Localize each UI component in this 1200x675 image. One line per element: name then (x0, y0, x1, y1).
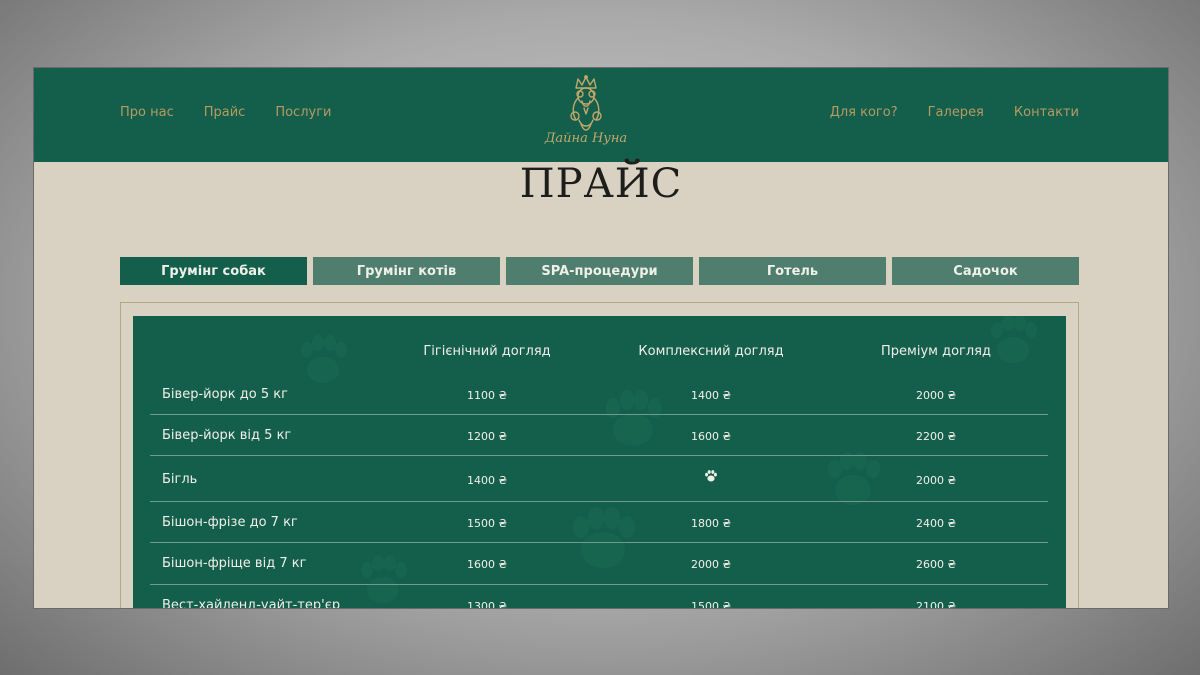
price-complex: 1400 ₴ (690, 389, 732, 402)
nav-link-price[interactable]: Прайс (204, 105, 246, 120)
price-hygienic: 1500 ₴ (466, 517, 508, 530)
nav-link-for-whom[interactable]: Для кого? (830, 105, 898, 120)
price-tabs: Грумінг собак Грумінг котів SPA-процедур… (120, 257, 1079, 285)
tab-hotel[interactable]: Готель (699, 257, 886, 285)
breed-name: Бішон-фрізе до 7 кг (162, 515, 298, 530)
page-title: ПРАЙС (519, 161, 683, 207)
tab-daycare[interactable]: Садочок (892, 257, 1079, 285)
price-premium: 2000 ₴ (915, 389, 957, 402)
price-premium: 2100 ₴ (915, 600, 957, 609)
price-complex: 1800 ₴ (690, 517, 732, 530)
price-complex: 1500 ₴ (690, 600, 732, 609)
tab-spa[interactable]: SPA-процедури (506, 257, 693, 285)
price-premium: 2200 ₴ (915, 430, 957, 443)
price-hygienic: 1200 ₴ (466, 430, 508, 443)
price-complex: 2000 ₴ (690, 558, 732, 571)
price-hygienic: 1600 ₴ (466, 558, 508, 571)
table-row: Бівер-йорк до 5 кг 1100 ₴ 1400 ₴ 2000 ₴ (150, 378, 1048, 415)
price-premium: 2400 ₴ (915, 517, 957, 530)
breed-name: Бівер-йорк від 5 кг (162, 428, 292, 443)
table-row: Бігль 1400 ₴ 2000 ₴ (150, 456, 1048, 502)
nav-link-gallery[interactable]: Галерея (928, 105, 984, 120)
price-complex: 1600 ₴ (690, 430, 732, 443)
breed-name: Бішон-фріще від 7 кг (162, 556, 307, 571)
nav-left: Про нас Прайс Послуги (120, 105, 332, 120)
nav-link-services[interactable]: Послуги (275, 105, 331, 120)
table-row: Бівер-йорк від 5 кг 1200 ₴ 1600 ₴ 2200 ₴ (150, 415, 1048, 456)
table-row: Вест-хайленд-уайт-тер'єр 1300 ₴ 1500 ₴ 2… (150, 585, 1048, 609)
paw-icon (704, 468, 718, 487)
price-premium: 2600 ₴ (915, 558, 957, 571)
website-frame: Про нас Прайс Послуги Дайна Нуна Для ког… (33, 67, 1169, 609)
nav-right: Для кого? Галерея Контакти (830, 105, 1079, 120)
nav-link-about[interactable]: Про нас (120, 105, 174, 120)
logo-text: Дайна Нуна (544, 131, 627, 146)
nav-link-contacts[interactable]: Контакти (1014, 105, 1079, 120)
price-table-container: Гігієнічний догляд Комплексний догляд Пр… (120, 302, 1079, 609)
column-header-hygienic: Гігієнічний догляд (423, 344, 551, 359)
column-header-premium: Преміум догляд (881, 344, 991, 359)
table-row: Бішон-фрізе до 7 кг 1500 ₴ 1800 ₴ 2400 ₴ (150, 502, 1048, 543)
breed-name: Бігль (162, 472, 198, 487)
tab-dog-grooming[interactable]: Грумінг собак (120, 257, 307, 285)
price-hygienic: 1100 ₴ (466, 389, 508, 402)
price-premium: 2000 ₴ (915, 474, 957, 487)
poodle-crown-logo-icon: Дайна Нуна (544, 75, 627, 146)
price-hygienic: 1300 ₴ (466, 600, 508, 609)
column-header-complex: Комплексний догляд (638, 344, 784, 359)
logo[interactable]: Дайна Нуна (536, 74, 636, 156)
breed-name: Вест-хайленд-уайт-тер'єр (162, 598, 341, 609)
breed-name: Бівер-йорк до 5 кг (162, 387, 288, 402)
price-table[interactable]: Гігієнічний догляд Комплексний догляд Пр… (133, 316, 1066, 609)
table-row: Бішон-фріще від 7 кг 1600 ₴ 2000 ₴ 2600 … (150, 543, 1048, 585)
table-header: Гігієнічний догляд Комплексний догляд Пр… (133, 344, 1066, 364)
tab-cat-grooming[interactable]: Грумінг котів (313, 257, 500, 285)
site-header: Про нас Прайс Послуги Дайна Нуна Для ког… (34, 68, 1168, 162)
price-hygienic: 1400 ₴ (466, 474, 508, 487)
